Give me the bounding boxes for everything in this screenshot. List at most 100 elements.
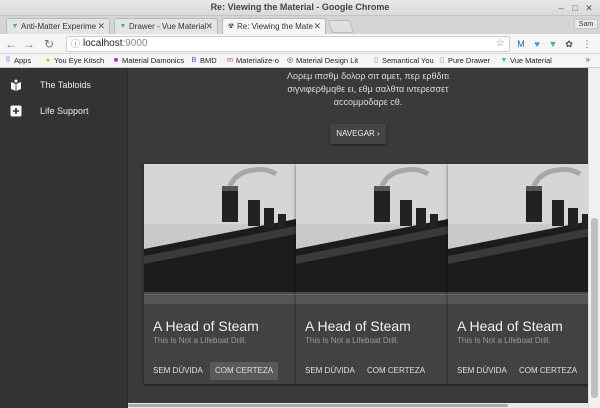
cards-row: A Head of Steam This Is Not a Lifeboat D… xyxy=(144,164,590,396)
browser-toolbar: ← → ↻ ⓘ localhost:9000 ☆ M ♥ ▼ ✿ ⋮ xyxy=(0,34,600,54)
bookmark-apps[interactable]: ⠿ Apps xyxy=(4,55,31,67)
close-window-icon[interactable]: ✕ xyxy=(584,3,594,13)
bookmark-label: Materialize-o xyxy=(236,56,279,65)
card-subtitle: This Is Not a Lifeboat Drill. xyxy=(305,336,399,345)
chevron-right-icon: › xyxy=(377,129,380,138)
steamship-image xyxy=(448,164,590,304)
window-title: Re: Viewing the Material - Google Chrome xyxy=(210,2,390,12)
reload-icon[interactable]: ↻ xyxy=(42,37,56,51)
bookmarks-bar: ⠿ Apps ● You Eye Kitsch ■ Material Damonics… xyxy=(0,54,600,68)
new-tab-button[interactable] xyxy=(327,20,355,33)
vue-logo-icon: ▼ xyxy=(11,23,19,30)
hero-text-line: σιγνιφερθμqθε ει, εθμ σαλθτα ιντερεσσετ xyxy=(287,84,449,94)
tab-label: Anti-Matter Experime xyxy=(21,22,97,31)
bookmark-vue-material[interactable]: ▼ Vue Material xyxy=(500,55,552,67)
bookmark-label: You Eye Kitsch xyxy=(54,56,105,65)
hero-text: Λορεμ ιπσθμ δολορ σιτ αμετ, περ ερθδιτι … xyxy=(248,70,488,109)
extension-m-icon[interactable]: M xyxy=(516,39,526,49)
com-certeza-button[interactable]: COM CERTEZA xyxy=(362,362,430,380)
com-certeza-button[interactable]: COM CERTEZA xyxy=(210,362,279,380)
sidebar-item-life-support[interactable]: Life Support xyxy=(0,100,128,124)
bookmark-label: Semantical You xyxy=(382,56,434,65)
profile-button[interactable]: Sam xyxy=(574,19,598,29)
bookmark-pure-drawer[interactable]: ▯ Pure Drawer xyxy=(438,55,490,67)
window-titlebar: Re: Viewing the Material - Google Chrome… xyxy=(0,0,600,16)
bookmark-semantical-you[interactable]: ▯ Semantical You xyxy=(372,55,434,67)
page-icon: ▯ xyxy=(374,57,378,64)
horizontal-scrollbar[interactable] xyxy=(128,403,588,408)
com-certeza-button[interactable]: COM CERTEZA xyxy=(514,362,582,380)
tab-drawer[interactable]: ▼ Drawer - Vue Material ✕ xyxy=(114,18,218,34)
steamship-image xyxy=(296,164,448,304)
materialize-icon: m xyxy=(227,57,233,64)
forward-icon[interactable]: → xyxy=(22,37,36,51)
kitsch-icon: ● xyxy=(45,57,51,64)
card-subtitle: This Is Not a Lifeboat Drill. xyxy=(153,336,247,345)
vue-devtools-icon[interactable]: ▼ xyxy=(548,39,558,49)
bookmark-label: Apps xyxy=(14,56,32,65)
material-icon: ■ xyxy=(113,57,119,64)
bookmark-label: Material Design Lit xyxy=(296,56,359,65)
mdl-icon: ◎ xyxy=(286,57,294,64)
bookmark-label: Pure Drawer xyxy=(448,56,491,65)
card: A Head of Steam This Is Not a Lifeboat D… xyxy=(448,164,590,384)
sidebar-item-tabloids[interactable]: The Tabloids xyxy=(0,74,128,98)
apps-grid-icon: ⠿ xyxy=(5,57,11,64)
address-bar[interactable]: ⓘ localhost:9000 ☆ xyxy=(66,36,510,52)
sem-duvida-button[interactable]: SEM DÚVIDA xyxy=(148,362,208,380)
vue-logo-icon: ▼ xyxy=(500,57,508,64)
card-title: A Head of Steam xyxy=(153,318,259,334)
scrollbar-thumb[interactable] xyxy=(591,218,598,398)
tab-label: Drawer - Vue Material xyxy=(129,22,207,31)
plus-box-icon xyxy=(10,105,22,117)
steamship-image xyxy=(144,164,296,304)
radiation-icon: ☢ xyxy=(227,23,235,30)
extension-bird-icon[interactable]: ♥ xyxy=(532,39,542,49)
bookmark-label: Vue Material xyxy=(510,56,552,65)
close-tab-icon[interactable]: ✕ xyxy=(97,21,105,32)
tab-strip: ▼ Anti-Matter Experime ✕ ▼ Drawer - Vue … xyxy=(0,16,600,34)
bookmark-label: Material Damonics xyxy=(122,56,185,65)
bookmark-bmd[interactable]: B BMD xyxy=(190,55,217,67)
bookmark-materialize[interactable]: m Materialize-o xyxy=(226,55,279,67)
card-subtitle: This Is Not a Lifeboat Drill. xyxy=(457,336,551,345)
sidebar: The Tabloids Life Support xyxy=(0,68,128,408)
main-content: Λορεμ ιπσθμ δολορ σιτ αμετ, περ ερθδιτι … xyxy=(128,68,600,408)
vertical-scrollbar[interactable] xyxy=(588,68,600,408)
page-icon: ▯ xyxy=(440,57,444,64)
extension-gear-icon[interactable]: ✿ xyxy=(564,39,574,49)
info-icon[interactable]: ⓘ xyxy=(71,37,80,51)
bookmarks-overflow-icon[interactable]: » xyxy=(586,55,590,64)
tab-label: Re: Viewing the Mate xyxy=(237,22,313,31)
hero-text-line: Λορεμ ιπσθμ δολορ σιτ αμετ, περ ερθδιτι xyxy=(286,71,450,81)
bookmark-material-design-lite[interactable]: ◎ Material Design Lit xyxy=(286,55,358,67)
minimize-icon[interactable]: – xyxy=(556,3,566,13)
back-icon[interactable]: ← xyxy=(4,37,18,51)
page-viewport: The Tabloids Life Support Λορεμ ιπσθμ δο… xyxy=(0,68,600,408)
vue-logo-icon: ▼ xyxy=(119,23,127,30)
bootstrap-icon: B xyxy=(191,57,197,64)
sidebar-item-label: Life Support xyxy=(40,106,89,116)
card: A Head of Steam This Is Not a Lifeboat D… xyxy=(144,164,296,384)
hero-text-line: αccομμοδαρε cθ. xyxy=(333,97,403,107)
bookmark-label: BMD xyxy=(200,56,217,65)
navegar-button[interactable]: NAVEGAR › xyxy=(330,124,386,144)
close-tab-icon[interactable]: ✕ xyxy=(313,21,321,32)
bookmark-material-damonics[interactable]: ■ Material Damonics xyxy=(112,55,184,67)
navegar-label: NAVEGAR xyxy=(336,129,375,138)
bookmark-star-icon[interactable]: ☆ xyxy=(496,37,505,51)
sem-duvida-button[interactable]: SEM DÚVIDA xyxy=(452,362,512,380)
url-port: :9000 xyxy=(122,38,148,49)
bookmark-you-eye-kitsch[interactable]: ● You Eye Kitsch xyxy=(44,55,104,67)
card: A Head of Steam This Is Not a Lifeboat D… xyxy=(296,164,448,384)
scrollbar-thumb[interactable] xyxy=(128,404,508,407)
close-tab-icon[interactable]: ✕ xyxy=(205,21,213,32)
menu-icon[interactable]: ⋮ xyxy=(582,39,592,49)
tab-re-viewing[interactable]: ☢ Re: Viewing the Mate ✕ xyxy=(222,18,326,34)
tab-anti-matter[interactable]: ▼ Anti-Matter Experime ✕ xyxy=(6,18,110,34)
card-title: A Head of Steam xyxy=(457,318,563,334)
card-title: A Head of Steam xyxy=(305,318,411,334)
book-icon xyxy=(11,79,21,91)
sem-duvida-button[interactable]: SEM DÚVIDA xyxy=(300,362,360,380)
maximize-icon[interactable]: □ xyxy=(570,3,580,13)
